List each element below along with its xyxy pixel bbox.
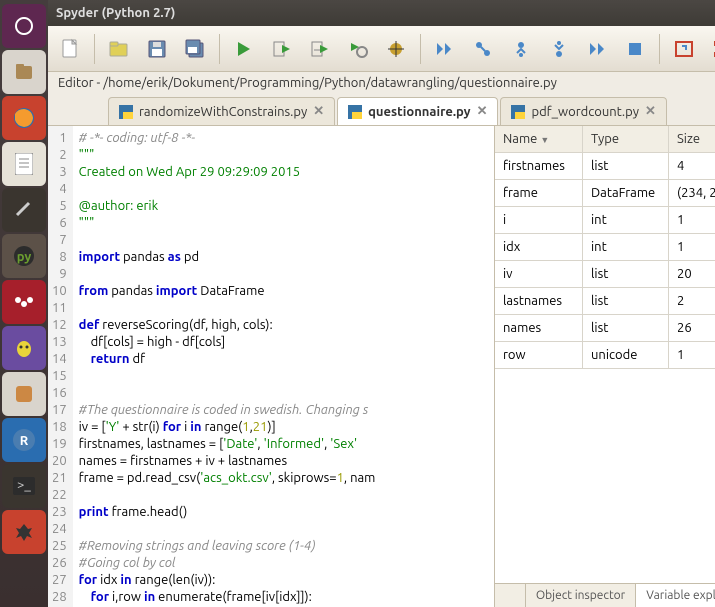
variable-row[interactable]: ivlist20 xyxy=(495,261,715,288)
save-all-button[interactable] xyxy=(181,35,209,63)
spyder-icon[interactable] xyxy=(2,510,46,554)
run-cell-advance-button[interactable] xyxy=(306,35,334,63)
new-file-button[interactable] xyxy=(56,35,84,63)
variable-row[interactable]: idxint1 xyxy=(495,234,715,261)
close-icon[interactable]: ✕ xyxy=(313,104,324,119)
col-name[interactable]: Name▼ xyxy=(495,126,583,152)
svg-text:py: py xyxy=(17,250,32,264)
content-area: 1234567891011121314151617181920212223242… xyxy=(48,126,715,607)
variable-row[interactable]: iint1 xyxy=(495,207,715,234)
run-cell-button[interactable] xyxy=(268,35,296,63)
step-into-button[interactable] xyxy=(507,35,535,63)
stop-button[interactable] xyxy=(621,35,649,63)
step-out-button[interactable] xyxy=(545,35,573,63)
open-button[interactable] xyxy=(105,35,133,63)
debug-run-button[interactable] xyxy=(382,35,410,63)
save-button[interactable] xyxy=(143,35,171,63)
mendeley-icon[interactable] xyxy=(2,280,46,324)
tab-label: randomizeWithConstrains.py xyxy=(139,105,307,119)
editor-path: Editor - /home/erik/Dokument/Programming… xyxy=(48,72,715,94)
col-type[interactable]: Type xyxy=(583,126,669,152)
variable-row[interactable]: firstnameslist4 xyxy=(495,153,715,180)
step-button[interactable] xyxy=(469,35,497,63)
unity-launcher: py R >_ xyxy=(0,0,48,607)
variable-row[interactable]: lastnameslist2 xyxy=(495,288,715,315)
tab-randomize[interactable]: randomizeWithConstrains.py ✕ xyxy=(108,97,335,125)
main-toolbar xyxy=(48,26,715,72)
close-icon[interactable]: ✕ xyxy=(645,104,656,119)
pidgin-icon[interactable] xyxy=(2,326,46,370)
tab-questionnaire[interactable]: questionnaire.py ✕ xyxy=(337,97,498,125)
tab-pdfwordcount[interactable]: pdf_wordcount.py ✕ xyxy=(500,97,666,125)
code-editor[interactable]: 1234567891011121314151617181920212223242… xyxy=(48,126,494,607)
col-size[interactable]: Size xyxy=(669,126,715,152)
maximize-button[interactable] xyxy=(670,35,698,63)
continue-button[interactable] xyxy=(583,35,611,63)
variable-header: Name▼ Type Size xyxy=(495,126,715,153)
tab-object-inspector[interactable]: Object inspector xyxy=(525,584,635,607)
rstudio-icon[interactable]: R xyxy=(2,418,46,462)
fullscreen-button[interactable] xyxy=(708,35,715,63)
debug-button[interactable] xyxy=(431,35,459,63)
tab-label: pdf_wordcount.py xyxy=(531,105,639,119)
firefox-icon[interactable] xyxy=(2,96,46,140)
run-config-button[interactable] xyxy=(344,35,372,63)
settings-icon[interactable] xyxy=(2,188,46,232)
code-area[interactable]: # -*- coding: utf-8 -*- """ Created on W… xyxy=(73,126,382,607)
app-window: Spyder (Python 2.7) Editor - /home/erik/… xyxy=(48,0,715,607)
dash-icon[interactable] xyxy=(2,4,46,48)
sort-icon: ▼ xyxy=(540,135,549,145)
variable-row[interactable]: frameDataFrame(234, 26) xyxy=(495,180,715,207)
title-bar: Spyder (Python 2.7) xyxy=(48,0,715,26)
python-file-icon xyxy=(348,105,362,119)
run-button[interactable] xyxy=(230,35,258,63)
svg-text:R: R xyxy=(20,434,29,448)
close-icon[interactable]: ✕ xyxy=(477,104,488,119)
variable-body: firstnameslist4 frameDataFrame(234, 26) … xyxy=(495,153,715,583)
line-gutter: 1234567891011121314151617181920212223242… xyxy=(48,126,73,607)
python-icon[interactable]: py xyxy=(2,234,46,278)
variable-row[interactable]: nameslist26 xyxy=(495,315,715,342)
tab-label: questionnaire.py xyxy=(368,105,470,119)
python-file-icon xyxy=(119,105,133,119)
python-file-icon xyxy=(511,105,525,119)
terminal-icon[interactable]: >_ xyxy=(2,464,46,508)
variable-row[interactable]: rowunicode1 xyxy=(495,342,715,369)
app-icon[interactable] xyxy=(2,372,46,416)
tab-variable-explorer[interactable]: Variable explore xyxy=(635,584,715,607)
files-icon[interactable] xyxy=(2,50,46,94)
svg-text:>_: >_ xyxy=(17,478,31,492)
editor-tabs: randomizeWithConstrains.py ✕ questionnai… xyxy=(48,94,715,126)
window-title: Spyder (Python 2.7) xyxy=(56,6,175,20)
doc-icon[interactable] xyxy=(2,142,46,186)
variable-explorer: Name▼ Type Size firstnameslist4 frameDat… xyxy=(494,126,715,607)
pane-tabs: Object inspector Variable explore xyxy=(495,583,715,607)
